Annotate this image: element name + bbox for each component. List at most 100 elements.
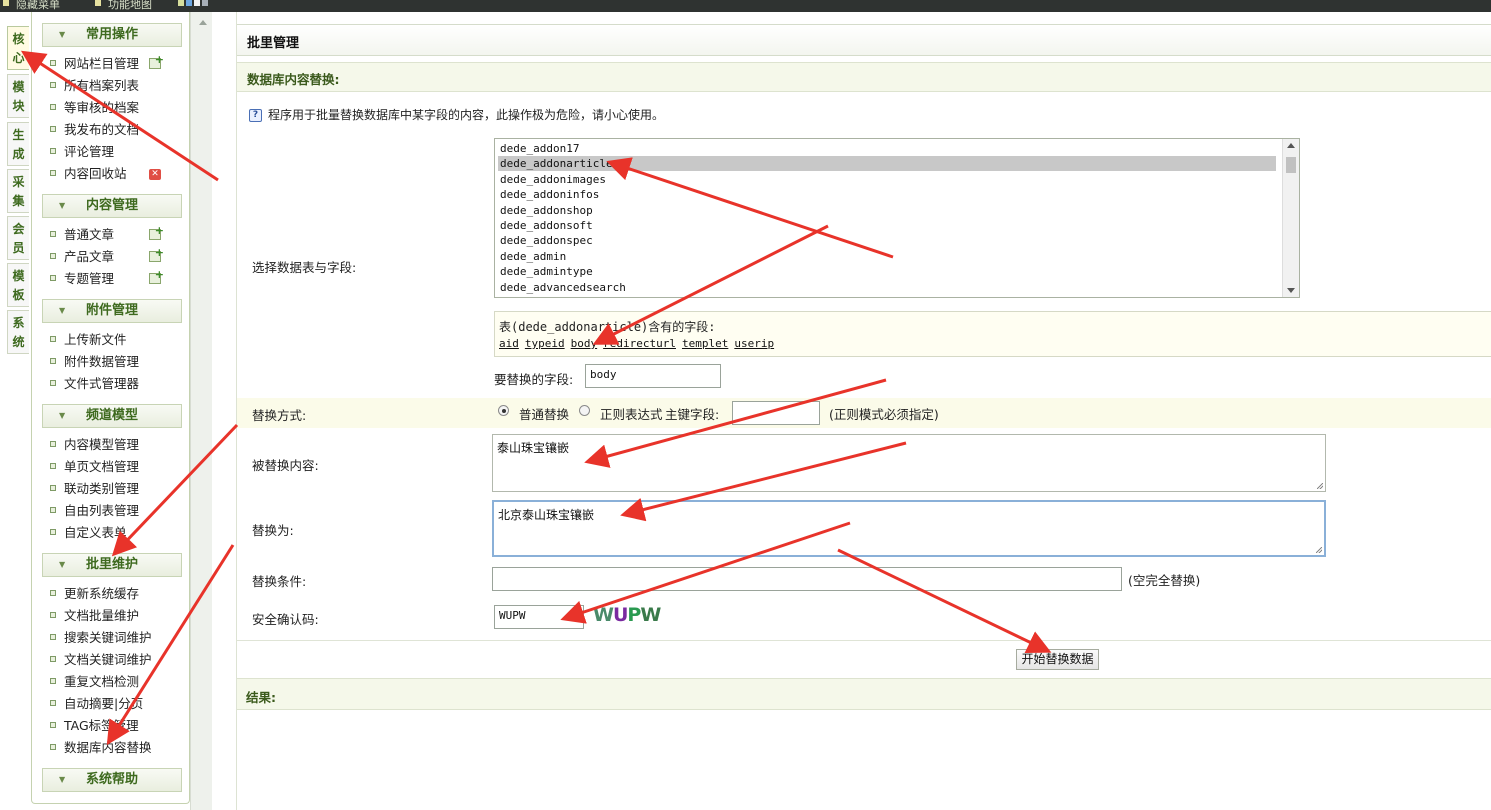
field-link-aid[interactable]: aid — [499, 337, 519, 350]
start-replace-button[interactable]: 开始替换数据 — [1016, 649, 1099, 670]
table-option[interactable]: dede_addoninfos — [500, 187, 599, 202]
bullet-icon — [50, 169, 56, 176]
menu-item-comments[interactable]: 评论管理 — [50, 141, 114, 163]
menu-item-pending-docs[interactable]: 等审核的档案 — [50, 97, 139, 119]
table-option[interactable]: dede_advancedsearch — [500, 280, 626, 295]
table-option[interactable]: dede_addonshop — [500, 203, 593, 218]
section-header-channel[interactable]: ▼ 频道模型 — [42, 404, 182, 428]
result-bar: 结果: — [237, 678, 1491, 710]
tab-module[interactable]: 模块 — [7, 74, 29, 118]
condition-input[interactable] — [492, 567, 1122, 591]
menu-item-linkage[interactable]: 联动类别管理 — [50, 478, 139, 500]
field-link-body[interactable]: body — [571, 337, 598, 350]
table-listbox[interactable]: dede_addon17 dede_addonarticle dede_addo… — [494, 138, 1300, 298]
section-header-common[interactable]: ▼ 常用操作 — [42, 23, 182, 47]
add-product-icon[interactable] — [149, 246, 164, 262]
add-column-icon[interactable] — [149, 53, 164, 69]
menu-item-db-replace[interactable]: 数据库内容替换 — [50, 737, 152, 759]
menu-item-doc-batch[interactable]: 文档批量维护 — [50, 605, 139, 627]
replace-field-input[interactable]: body — [585, 364, 721, 388]
resize-grip-icon[interactable] — [1316, 547, 1322, 553]
menu-item-auto-summary[interactable]: 自动摘要|分页 — [50, 693, 143, 715]
mode-normal-label[interactable]: 普通替换 — [519, 404, 569, 423]
table-option[interactable]: dede_admin — [500, 249, 566, 264]
captcha-input[interactable]: WUPW — [494, 605, 584, 629]
table-option[interactable]: dede_addonimages — [500, 172, 606, 187]
menu-item-file-manager[interactable]: 文件式管理器 — [50, 373, 139, 395]
collapse-triangle-icon: ▼ — [59, 306, 66, 315]
page-title: 批里管理 — [247, 36, 300, 51]
scroll-thumb[interactable] — [1286, 157, 1296, 173]
menu-item-free-list[interactable]: 自由列表管理 — [50, 500, 139, 522]
tab-member[interactable]: 会员 — [7, 216, 29, 260]
section-header-attachment[interactable]: ▼ 附件管理 — [42, 299, 182, 323]
primary-key-input[interactable] — [732, 401, 820, 425]
tab-generate[interactable]: 生成 — [7, 122, 29, 166]
add-article-icon[interactable] — [149, 224, 164, 240]
menu-item-update-cache[interactable]: 更新系统缓存 — [50, 583, 139, 605]
mode-regex-label[interactable]: 正则表达式 — [600, 404, 663, 423]
menu-item-all-docs[interactable]: 所有档案列表 — [50, 75, 139, 97]
field-link-userip[interactable]: userip — [734, 337, 774, 350]
table-option[interactable]: dede_addonsoft — [500, 218, 593, 233]
collapse-triangle-icon: ▼ — [59, 201, 66, 210]
menu-item-doc-keywords[interactable]: 文档关键词维护 — [50, 649, 152, 671]
menu-item-column-manage[interactable]: 网站栏目管理 — [50, 53, 139, 75]
function-map-link[interactable]: 功能地图 — [108, 0, 152, 12]
menu-item-my-docs[interactable]: 我发布的文档 — [50, 119, 139, 141]
menu-item-recycle-bin[interactable]: 内容回收站 — [50, 163, 127, 185]
table-option-selected[interactable]: dede_addonarticle — [500, 156, 613, 171]
theme-swatch-gray[interactable] — [202, 0, 208, 6]
section-header-batch[interactable]: ▼ 批里维护 — [42, 553, 182, 577]
tab-system[interactable]: 系统 — [7, 310, 29, 354]
replace-to-textarea[interactable]: 北京泰山珠宝镶嵌 — [492, 500, 1326, 557]
hide-menu-link[interactable]: 隐藏菜单 — [16, 0, 60, 12]
theme-swatch-green[interactable] — [178, 0, 184, 6]
section-header-content[interactable]: ▼ 内容管理 — [42, 194, 182, 218]
section-header-help[interactable]: ▼ 系统帮助 — [42, 768, 182, 792]
menu-item-single-page[interactable]: 单页文档管理 — [50, 456, 139, 478]
scroll-down-icon[interactable] — [1287, 288, 1295, 293]
table-option[interactable]: dede_addon17 — [500, 141, 579, 156]
menu-item-custom-form[interactable]: 自定义表单 — [50, 522, 127, 544]
captcha-image[interactable]: WUPW — [593, 604, 661, 626]
frame-divider — [212, 12, 238, 810]
field-link-redirecturl[interactable]: redirecturl — [603, 337, 676, 350]
bullet-icon — [50, 357, 56, 364]
menu-item-special[interactable]: 专题管理 — [50, 268, 114, 290]
theme-swatch-white[interactable] — [194, 0, 200, 6]
field-links: aid typeid body redirecturl templet userip — [499, 337, 780, 350]
menu-item-product[interactable]: 产品文章 — [50, 246, 114, 268]
menu-item-search-keywords[interactable]: 搜索关键词维护 — [50, 627, 152, 649]
field-link-typeid[interactable]: typeid — [525, 337, 565, 350]
scroll-up-icon[interactable] — [199, 20, 207, 25]
tab-collect[interactable]: 采集 — [7, 169, 29, 213]
theme-swatch-blue[interactable] — [186, 0, 192, 6]
menu-item-attachment-data[interactable]: 附件数据管理 — [50, 351, 139, 373]
table-option[interactable]: dede_admintype — [500, 264, 593, 279]
collapse-triangle-icon: ▼ — [59, 775, 66, 784]
menu-item-duplicate-check[interactable]: 重复文档检测 — [50, 671, 139, 693]
replace-from-textarea[interactable]: 泰山珠宝镶嵌 — [492, 434, 1326, 492]
clear-recycle-icon[interactable]: ✕ — [149, 169, 161, 180]
add-special-icon[interactable] — [149, 268, 164, 284]
listbox-scrollbar[interactable] — [1282, 139, 1299, 297]
menu-item-content-model[interactable]: 内容模型管理 — [50, 434, 139, 456]
bullet-icon — [50, 147, 56, 154]
tab-template[interactable]: 模板 — [7, 263, 29, 307]
table-fields-box: 表(dede_addonarticle)含有的字段: aid typeid body… — [494, 311, 1491, 357]
menu-item-upload[interactable]: 上传新文件 — [50, 329, 127, 351]
table-option[interactable]: dede_addonspec — [500, 233, 593, 248]
regex-hint: (正则模式必须指定) — [829, 407, 939, 422]
mode-regex-radio[interactable] — [579, 405, 590, 416]
field-link-templet[interactable]: templet — [682, 337, 728, 350]
menu-item-tag-manage[interactable]: TAG标签管理 — [50, 715, 139, 737]
bullet-icon — [50, 335, 56, 342]
tab-core[interactable]: 核心 — [7, 26, 29, 70]
sidebar-scrollbar[interactable] — [190, 12, 213, 810]
mode-normal-radio[interactable] — [498, 405, 509, 416]
bullet-icon — [50, 103, 56, 110]
resize-grip-icon[interactable] — [1317, 483, 1323, 489]
scroll-up-icon[interactable] — [1287, 143, 1295, 148]
menu-item-article[interactable]: 普通文章 — [50, 224, 114, 246]
